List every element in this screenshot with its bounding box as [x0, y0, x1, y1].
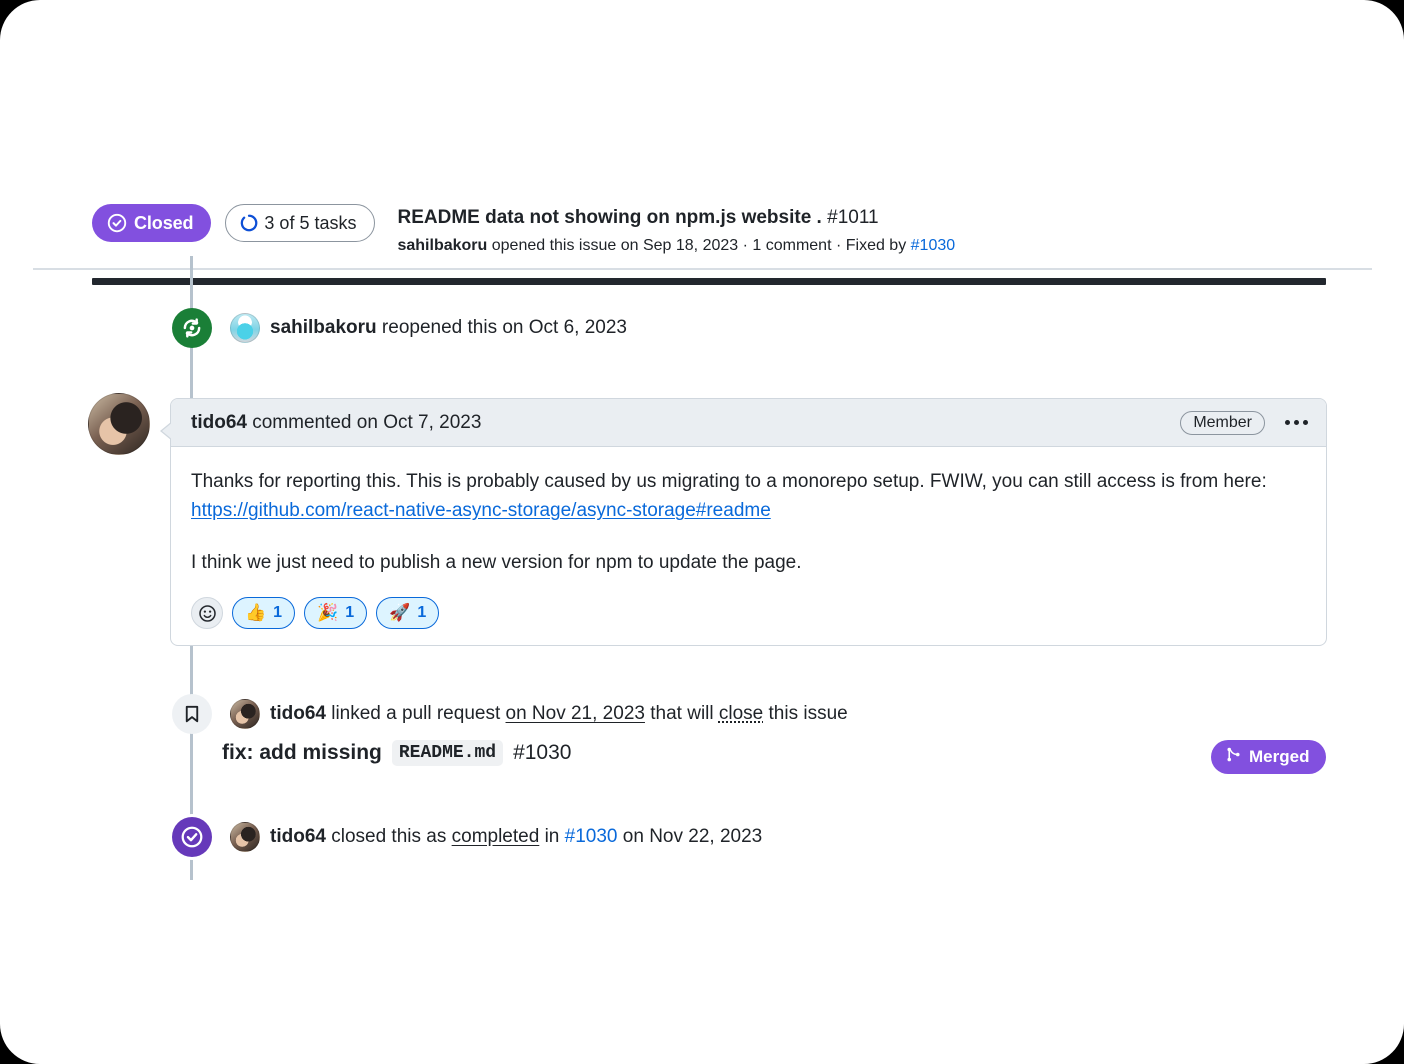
linked-pr-text: tido64 linked a pull request on Nov 21, … — [270, 703, 848, 726]
issue-header: Closed 3 of 5 tasks README data not show… — [92, 204, 1332, 266]
issue-meta: sahilbakoru opened this issue on Sep 18,… — [397, 235, 955, 256]
thumbs-up-reaction[interactable]: 👍 1 — [232, 597, 296, 630]
tido64-avatar[interactable] — [230, 822, 260, 852]
issue-number: #1011 — [827, 207, 879, 228]
rocket-reaction[interactable]: 🚀 1 — [376, 597, 440, 630]
readme-link[interactable]: https://github.com/react-native-async-st… — [191, 500, 771, 521]
tido64-avatar[interactable] — [230, 699, 260, 729]
closed-event-author[interactable]: tido64 — [270, 826, 326, 847]
reopened-icon — [172, 308, 212, 348]
comment-paragraph-1: Thanks for reporting this. This is proba… — [191, 467, 1306, 526]
hooray-reaction[interactable]: 🎉 1 — [304, 597, 368, 630]
party-popper-icon: 🎉 — [317, 603, 339, 623]
closed-event-text: tido64 closed this as completed in #1030… — [270, 826, 762, 849]
status-badge: Member — [1180, 410, 1265, 435]
issue-closed-icon — [107, 213, 127, 233]
linked-pr-text-1: linked a pull request — [325, 702, 506, 724]
comment-author[interactable]: tido64 — [191, 412, 247, 433]
linked-pr-text-2: that will — [644, 702, 719, 724]
reopened-text: reopened this on Oct 6, 2023 — [376, 316, 627, 338]
timeline-event-linked-pr: tido64 linked a pull request on Nov 21, … — [172, 694, 848, 734]
header-divider-thin — [33, 268, 1372, 270]
pr-number: #1030 — [513, 741, 572, 764]
comment-paragraph-2: I think we just need to publish a new ve… — [191, 551, 802, 573]
fixed-by-link[interactable]: #1030 — [911, 237, 956, 254]
merged-status-badge: Merged — [1211, 740, 1327, 774]
hooray-count: 1 — [345, 604, 355, 622]
state-badge-closed[interactable]: Closed — [92, 204, 212, 242]
git-merge-icon — [1225, 746, 1242, 768]
rocket-count: 1 — [417, 604, 427, 622]
merged-label: Merged — [1249, 747, 1310, 766]
closed-event-pr-link[interactable]: #1030 — [565, 826, 618, 847]
thumbs-up-count: 1 — [273, 604, 283, 622]
reactions-bar: 👍 1 🎉 1 🚀 1 — [191, 597, 1306, 633]
pull-request-title-row[interactable]: fix: add missing README.md #1030 — [222, 740, 571, 766]
closed-completed-icon — [172, 817, 212, 857]
page-title: README data not showing on npm.js websit… — [397, 205, 955, 230]
issue-title-block: README data not showing on npm.js websit… — [397, 204, 955, 256]
thumbs-up-icon: 👍 — [245, 603, 267, 623]
reopened-author[interactable]: sahilbakoru — [270, 317, 377, 338]
tasks-progress-icon — [240, 214, 258, 232]
state-badge-label: Closed — [134, 212, 194, 233]
linked-pr-action: close — [718, 702, 764, 724]
issue-title-text: README data not showing on npm.js websit… — [397, 207, 822, 228]
comment-body: Thanks for reporting this. This is proba… — [171, 447, 1326, 645]
linked-pr-author[interactable]: tido64 — [270, 703, 326, 724]
comment-header: tido64 commented on Oct 7, 2023 Member — [171, 399, 1326, 447]
issue-author[interactable]: sahilbakoru — [397, 237, 487, 254]
add-reaction-smiley-icon[interactable] — [191, 597, 223, 630]
linked-pr-text-3: this issue — [763, 702, 848, 724]
issue-page: Closed 3 of 5 tasks README data not show… — [0, 0, 1404, 1064]
comment-header-text: tido64 commented on Oct 7, 2023 — [191, 412, 481, 434]
kebab-menu-icon[interactable] — [1283, 414, 1310, 431]
sahilbakoru-avatar[interactable] — [230, 313, 260, 343]
linked-pr-date: on Nov 21, 2023 — [505, 702, 645, 724]
comment-card: tido64 commented on Oct 7, 2023 Member T… — [160, 398, 1327, 647]
header-divider-thick — [92, 278, 1326, 285]
timeline-event-reopened: sahilbakoru reopened this on Oct 6, 2023 — [172, 308, 627, 348]
bookmark-icon — [172, 694, 212, 734]
closed-event-text-2: in — [539, 825, 565, 847]
closed-event-text-1: closed this as — [325, 825, 452, 847]
tido64-avatar[interactable] — [88, 393, 150, 455]
comment-paragraph-1-text: Thanks for reporting this. This is proba… — [191, 471, 1267, 492]
reopened-event-text: sahilbakoru reopened this on Oct 6, 2023 — [270, 317, 627, 340]
pr-title-code: README.md — [391, 740, 504, 766]
tasks-progress-badge[interactable]: 3 of 5 tasks — [225, 204, 376, 242]
rocket-icon: 🚀 — [389, 603, 411, 623]
timeline-event-closed: tido64 closed this as completed in #1030… — [172, 817, 762, 857]
closed-event-reason: completed — [451, 825, 540, 847]
tasks-progress-label: 3 of 5 tasks — [264, 212, 357, 233]
issue-meta-text: opened this issue on Sep 18, 2023 · 1 co… — [487, 237, 911, 255]
pr-title-prefix: fix: add missing — [222, 741, 382, 764]
comment-timestamp: commented on Oct 7, 2023 — [246, 411, 482, 433]
closed-event-text-3: on Nov 22, 2023 — [617, 825, 763, 847]
